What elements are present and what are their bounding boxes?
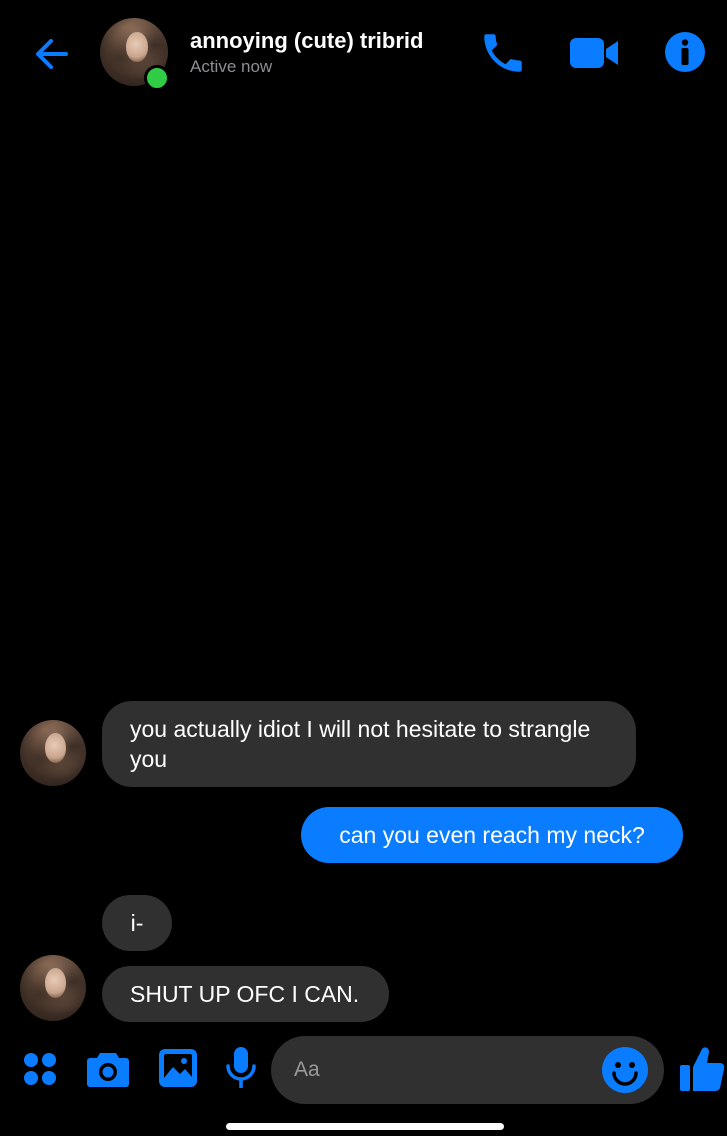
sender-avatar[interactable] bbox=[20, 955, 86, 1021]
gallery-icon[interactable] bbox=[158, 1048, 198, 1088]
message-input-placeholder: Aa bbox=[294, 1058, 320, 1081]
phone-icon[interactable] bbox=[478, 28, 528, 78]
video-camera-icon[interactable] bbox=[568, 34, 620, 72]
info-icon[interactable] bbox=[664, 31, 706, 73]
emoji-icon[interactable] bbox=[601, 1046, 649, 1094]
camera-icon[interactable] bbox=[86, 1049, 130, 1089]
contact-name[interactable]: annoying (cute) tribrid bbox=[190, 28, 423, 54]
home-indicator[interactable] bbox=[226, 1123, 504, 1130]
contact-status: Active now bbox=[190, 57, 273, 76]
message-bubble-incoming[interactable]: i- bbox=[102, 895, 172, 951]
sender-avatar[interactable] bbox=[20, 720, 86, 786]
back-arrow-icon[interactable] bbox=[30, 32, 74, 76]
apps-grid-icon[interactable] bbox=[22, 1051, 58, 1087]
message-bubble-outgoing[interactable]: can you even reach my neck? bbox=[301, 807, 683, 863]
microphone-icon[interactable] bbox=[224, 1046, 258, 1090]
message-bubble-incoming[interactable]: you actually idiot I will not hesitate t… bbox=[102, 701, 636, 787]
online-status-dot bbox=[144, 65, 170, 91]
thumbs-up-icon[interactable] bbox=[678, 1044, 726, 1094]
message-bubble-incoming[interactable]: SHUT UP OFC I CAN. bbox=[102, 966, 389, 1022]
